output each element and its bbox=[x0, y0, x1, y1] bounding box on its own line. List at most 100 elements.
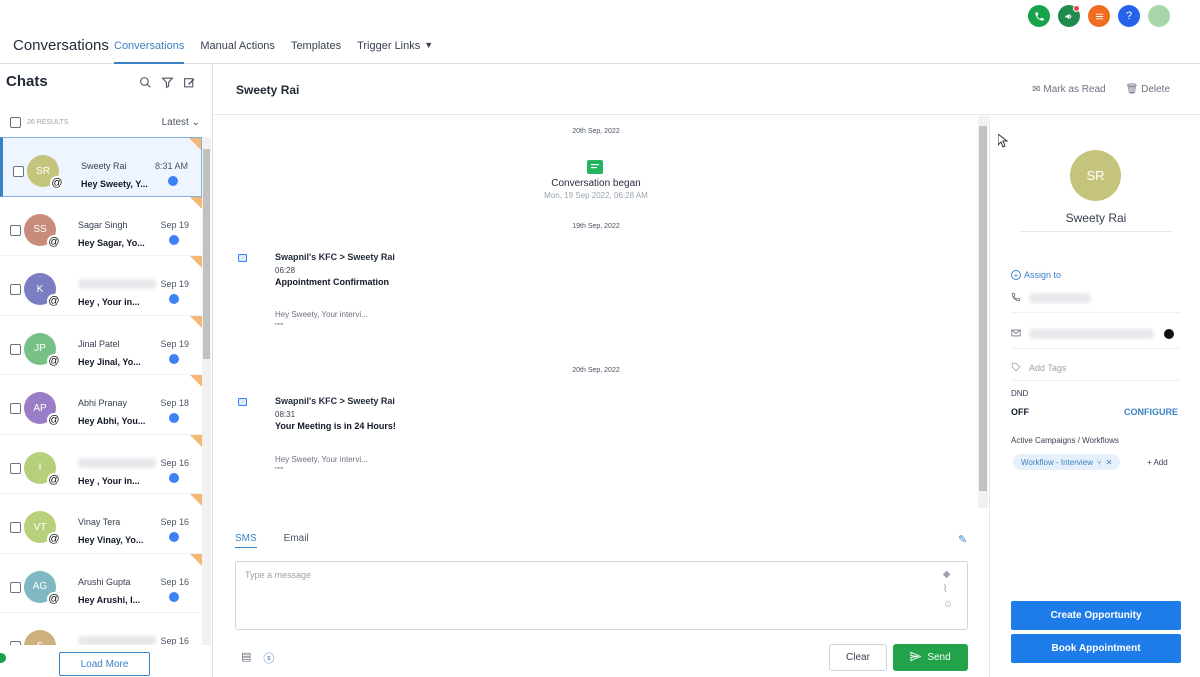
tags-row[interactable]: Add Tags bbox=[1011, 362, 1066, 374]
chat-checkbox[interactable] bbox=[10, 641, 21, 645]
chat-checkbox[interactable] bbox=[10, 224, 21, 236]
chat-checkbox[interactable] bbox=[10, 343, 21, 355]
tab-manual-actions[interactable]: Manual Actions bbox=[200, 40, 275, 64]
unread-dot bbox=[169, 591, 179, 602]
select-all-checkbox[interactable] bbox=[10, 117, 21, 128]
chat-item[interactable]: AG @ Arushi Gupta Hey Arushi, I... Sep 16 bbox=[0, 553, 202, 613]
chat-name: Arushi Gupta bbox=[78, 576, 131, 587]
chat-list-panel: Chats 26 RESULTS Latest ⌄ SR @ Sweety Rai… bbox=[0, 65, 213, 677]
close-icon[interactable]: ✕ bbox=[1106, 458, 1113, 467]
chat-item[interactable]: JP @ Jinal Patel Hey Jinal, Yo... Sep 19 bbox=[0, 315, 202, 375]
document-icon[interactable]: ▤ bbox=[241, 650, 251, 666]
chat-name: Vinay Tera bbox=[78, 517, 121, 527]
tab-email[interactable]: Email bbox=[284, 533, 309, 548]
unread-dot bbox=[169, 472, 179, 483]
sort-dropdown[interactable]: Latest ⌄ bbox=[162, 117, 200, 128]
tab-sms[interactable]: SMS bbox=[235, 533, 257, 548]
chat-preview: Hey Vinay, Yo... bbox=[78, 535, 144, 545]
message-expand[interactable]: """ bbox=[275, 466, 284, 475]
chat-list: SR @ Sweety Rai Hey Sweety, Y... 8:31 AM … bbox=[0, 137, 202, 645]
chat-time: Sep 19 bbox=[160, 338, 189, 349]
mark-as-read-button[interactable]: ✉ Mark as Read bbox=[1032, 84, 1105, 95]
at-icon: @ bbox=[47, 294, 61, 308]
chat-item[interactable]: AP @ Abhi Pranay Hey Abhi, You... Sep 18 bbox=[0, 375, 202, 435]
configure-button[interactable]: CONFIGURE bbox=[1124, 407, 1178, 417]
add-tags-input[interactable]: Add Tags bbox=[1029, 363, 1066, 373]
chat-checkbox[interactable] bbox=[10, 462, 21, 474]
attachment-icon[interactable]: ⌇ bbox=[943, 584, 953, 595]
book-appointment-button[interactable]: Book Appointment bbox=[1011, 634, 1181, 663]
add-campaign-button[interactable]: + Add bbox=[1147, 458, 1168, 467]
scrollbar-thumb[interactable] bbox=[979, 126, 987, 491]
email-field-redacted[interactable] bbox=[1029, 329, 1154, 339]
unread-dot bbox=[169, 353, 179, 364]
header-actions: ✉ Mark as Read 🗑 Delete bbox=[1032, 84, 1170, 95]
help-icon[interactable]: ? bbox=[1118, 5, 1140, 27]
tab-trigger-links[interactable]: Trigger Links ▼ bbox=[357, 40, 433, 64]
chat-checkbox[interactable] bbox=[10, 581, 21, 593]
chat-item[interactable]: SR @ Sweety Rai Hey Sweety, Y... 8:31 AM bbox=[0, 137, 202, 197]
chat-checkbox[interactable] bbox=[10, 284, 21, 295]
at-icon: @ bbox=[47, 353, 61, 368]
unread-dot bbox=[168, 176, 178, 186]
chat-list-scrollbar[interactable] bbox=[202, 137, 211, 645]
top-nav: Conversations Manual Actions Templates T… bbox=[114, 40, 433, 64]
chat-checkbox[interactable] bbox=[13, 166, 24, 177]
mouse-cursor-icon bbox=[998, 134, 1008, 148]
load-more-button[interactable]: Load More bbox=[59, 652, 150, 676]
chevron-down-icon: ▼ bbox=[424, 40, 434, 50]
tag-icon bbox=[1011, 362, 1021, 374]
tab-templates[interactable]: Templates bbox=[291, 40, 341, 64]
pin-icon[interactable]: ✎ bbox=[958, 533, 967, 546]
chat-item[interactable]: K @ Hey , Your in... Sep 19 bbox=[0, 256, 202, 316]
assign-to-button[interactable]: + Assign to bbox=[1011, 270, 1061, 280]
filter-icon[interactable] bbox=[161, 76, 174, 89]
chat-checkbox[interactable] bbox=[10, 403, 21, 414]
date-separator: 20th Sep, 2022 bbox=[572, 128, 620, 135]
chat-time: Sep 16 bbox=[160, 576, 189, 587]
phone-field-redacted[interactable] bbox=[1029, 293, 1091, 303]
date-separator: 19th Sep, 2022 bbox=[572, 223, 620, 230]
chat-item[interactable]: I @ Hey , Your in... Sep 16 bbox=[0, 434, 202, 494]
chat-checkbox[interactable] bbox=[10, 522, 21, 533]
create-opportunity-button[interactable]: Create Opportunity bbox=[1011, 601, 1181, 630]
clear-button[interactable]: Clear bbox=[829, 644, 887, 671]
emoji-icon[interactable]: ☺ bbox=[943, 599, 953, 610]
avatar: VT @ bbox=[24, 511, 61, 546]
scrollbar-thumb[interactable] bbox=[203, 149, 210, 359]
tab-conversations[interactable]: Conversations bbox=[114, 40, 185, 64]
workflow-chip[interactable]: Workflow - Interview ⑂ ✕ bbox=[1013, 454, 1121, 470]
chat-preview: Hey Jinal, Yo... bbox=[78, 356, 141, 367]
thread-scrollbar[interactable] bbox=[978, 116, 988, 508]
chat-tools bbox=[139, 76, 196, 89]
conversation-began-time: Mon, 19 Sep 2022, 06:28 AM bbox=[544, 191, 648, 200]
dollar-icon[interactable]: ⓢ bbox=[263, 650, 274, 666]
phone-icon[interactable] bbox=[1028, 5, 1050, 27]
workflow-icon: ⑂ bbox=[1096, 457, 1102, 467]
message-input[interactable] bbox=[245, 568, 925, 582]
search-icon[interactable] bbox=[139, 76, 152, 89]
avatar: SR @ bbox=[27, 155, 64, 190]
tag-icon[interactable]: ◆ bbox=[943, 569, 953, 580]
trash-icon: 🗑 bbox=[1125, 84, 1139, 95]
compose-icon[interactable] bbox=[183, 76, 196, 89]
user-avatar[interactable] bbox=[1148, 5, 1170, 27]
chat-item[interactable]: VT @ Vinay Tera Hey Vinay, Yo... Sep 16 bbox=[0, 494, 202, 554]
chat-time: 8:31 AM bbox=[154, 161, 188, 171]
delete-button[interactable]: 🗑 Delete bbox=[1126, 84, 1170, 95]
chat-item[interactable]: SS @ Sagar Singh Hey Sagar, Yo... Sep 19 bbox=[0, 196, 202, 256]
composer-side-icons: ◆ ⌇ ☺ bbox=[943, 569, 953, 610]
chat-time: Sep 16 bbox=[160, 636, 189, 645]
at-icon: @ bbox=[47, 591, 61, 606]
chat-time: Sep 18 bbox=[160, 398, 189, 408]
message-expand[interactable]: """ bbox=[275, 322, 284, 331]
contact-name: Sweety Rai bbox=[1020, 211, 1172, 232]
dnd-value: OFF bbox=[1011, 407, 1029, 417]
campaigns-label: Active Campaigns / Workflows bbox=[1011, 436, 1119, 445]
megaphone-icon[interactable] bbox=[1058, 5, 1080, 27]
chat-item[interactable]: S Sep 16 bbox=[0, 613, 202, 645]
notification-dot bbox=[1073, 5, 1080, 12]
send-button[interactable]: Send bbox=[893, 644, 968, 671]
corner-flag bbox=[190, 553, 202, 566]
list-icon[interactable] bbox=[1088, 5, 1110, 27]
